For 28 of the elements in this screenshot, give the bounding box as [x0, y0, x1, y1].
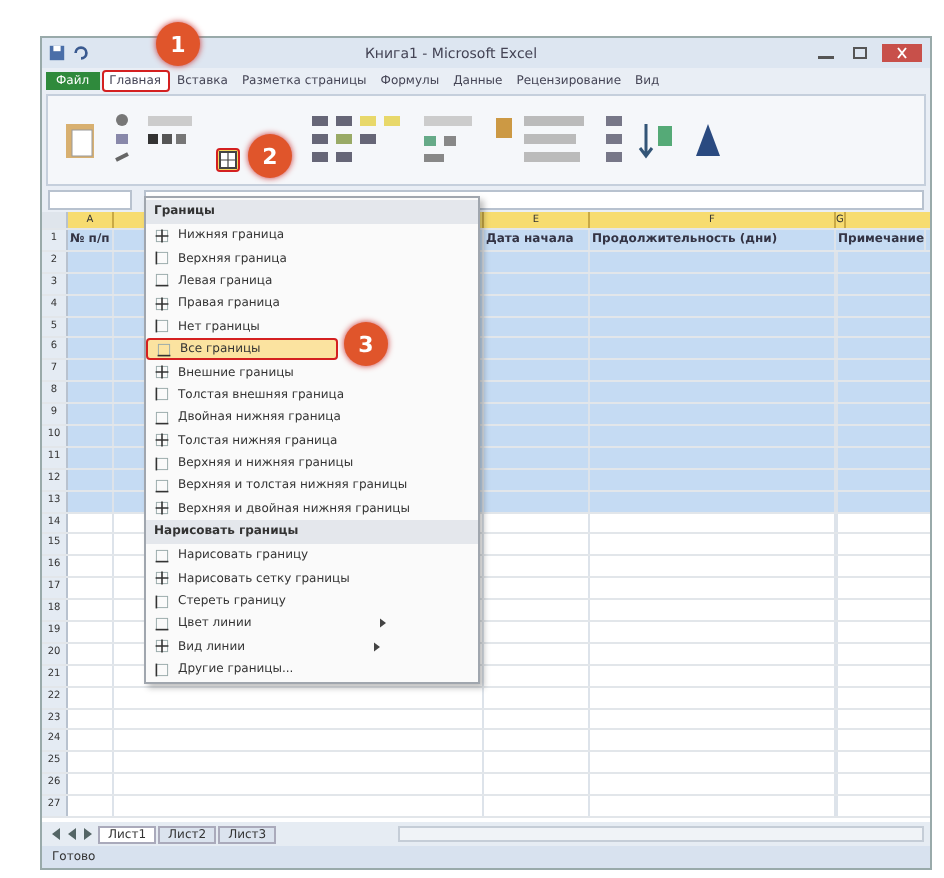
- border-icon: [154, 386, 170, 403]
- border-icon: [154, 432, 170, 449]
- borders-icon[interactable]: [216, 148, 240, 172]
- submenu-arrow-icon: [379, 618, 386, 629]
- horizontal-scrollbar[interactable]: [398, 826, 924, 842]
- border-icon: [154, 272, 170, 289]
- border-icon: [154, 364, 170, 381]
- border-icon: [154, 593, 170, 610]
- border-icon: [154, 409, 170, 426]
- border-icon: [154, 477, 170, 494]
- undo-icon[interactable]: [72, 44, 90, 62]
- submenu-arrow-icon: [373, 641, 380, 652]
- border-icon: [154, 615, 170, 632]
- border-icon: [154, 661, 170, 678]
- sheet-nav-icon[interactable]: [48, 826, 96, 842]
- border-icon: [154, 318, 170, 335]
- close-icon[interactable]: [880, 44, 924, 62]
- border-icon: [154, 295, 170, 312]
- save-icon[interactable]: [48, 44, 66, 62]
- border-icon: [154, 547, 170, 564]
- border-icon: [154, 250, 170, 267]
- step-badge: 1: [156, 22, 200, 66]
- border-icon: [154, 638, 170, 655]
- border-icon: [154, 227, 170, 244]
- border-icon: [154, 500, 170, 517]
- border-icon: [154, 570, 170, 587]
- border-icon: [156, 341, 172, 358]
- border-icon: [154, 455, 170, 472]
